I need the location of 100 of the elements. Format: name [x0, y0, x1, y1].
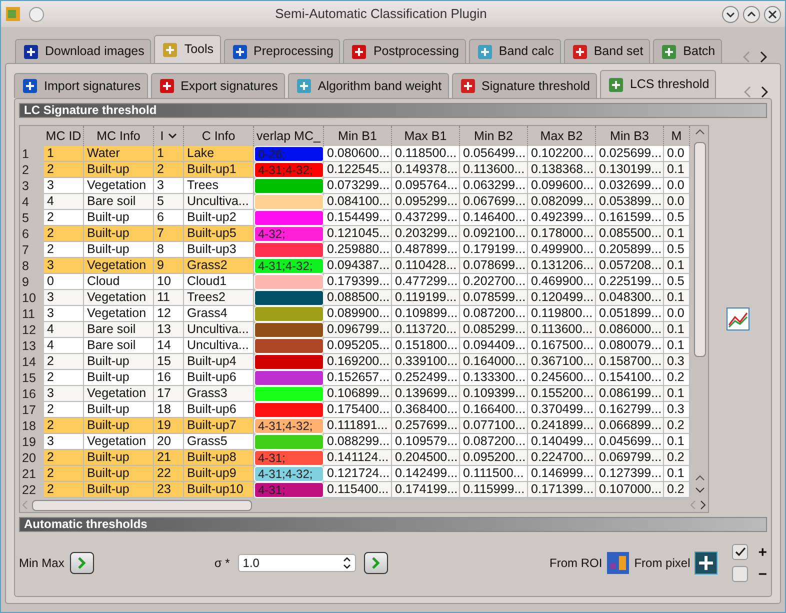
- plus-label: +: [758, 544, 767, 560]
- from-pixel-label: From pixel: [634, 555, 690, 572]
- table-cell: 0.367100...: [528, 354, 596, 370]
- sub-tab[interactable]: LCS threshold: [600, 70, 716, 98]
- scroll-right-icon[interactable]: [700, 500, 706, 510]
- maximize-icon: [747, 10, 756, 18]
- close-button[interactable]: [764, 6, 781, 22]
- row-number: 10: [21, 290, 37, 306]
- table-cell: 0.032699...: [596, 178, 664, 194]
- table-cell: 3: [44, 434, 84, 450]
- scrollbar-thumb[interactable]: [32, 500, 252, 510]
- main-tab[interactable]: Download images: [15, 39, 152, 63]
- scrollbar-thumb[interactable]: [694, 142, 706, 357]
- sub-tab[interactable]: Import signatures: [14, 73, 148, 98]
- table-cell: 2: [44, 226, 84, 242]
- table-cell: 0.3: [664, 402, 690, 418]
- table-cell: 4: [44, 194, 84, 210]
- table-cell: 0.169200...: [324, 354, 392, 370]
- run-button[interactable]: [70, 552, 94, 574]
- table-cell: Built-up: [84, 418, 154, 434]
- run-button[interactable]: [364, 552, 388, 574]
- horizontal-scrollbar[interactable]: [20, 498, 708, 512]
- tab-icon: [570, 42, 589, 60]
- minimize-button[interactable]: [722, 6, 739, 22]
- table-cell: 0.107000...: [596, 482, 664, 498]
- scroll-right-icon[interactable]: [760, 86, 768, 98]
- table-cell: 0.113720...: [392, 322, 460, 338]
- table-cell: 0.077100...: [460, 418, 528, 434]
- checkbox[interactable]: [732, 544, 748, 560]
- tab-icon: [158, 77, 176, 95]
- table-cell: 0.2: [664, 482, 690, 498]
- color-cell: 4-31;: [254, 450, 324, 466]
- table-cell: 0.088500...: [324, 290, 392, 306]
- row-number: 12: [21, 322, 37, 338]
- sub-tab[interactable]: Export signatures: [150, 73, 285, 98]
- app-icon: [5, 6, 21, 22]
- table-cell: 0.155200...: [528, 386, 596, 402]
- tab-icon: [660, 42, 678, 60]
- sigma-spinbox[interactable]: 1.0: [238, 554, 356, 572]
- table-cell: 0.121724...: [324, 466, 392, 482]
- tab-icon: [21, 77, 39, 95]
- scroll-right-icon[interactable]: [759, 51, 767, 63]
- table-cell: 11: [154, 290, 184, 306]
- close-icon: [768, 10, 777, 18]
- table-cell: 0.1: [664, 338, 690, 354]
- roi-icon[interactable]: [606, 551, 630, 575]
- main-tab[interactable]: Tools: [154, 35, 221, 63]
- table-cell: 0.3: [664, 354, 690, 370]
- table-cell: 7: [154, 226, 184, 242]
- scroll-up-icon[interactable]: [695, 474, 705, 482]
- table-cell: 0.162799...: [596, 402, 664, 418]
- table-cell: 0.056499...: [460, 146, 528, 162]
- table-cell: 0.045699...: [596, 434, 664, 450]
- main-tab[interactable]: Band calc: [468, 39, 561, 63]
- scroll-up-icon[interactable]: [695, 128, 705, 136]
- tab-icon: [458, 77, 477, 95]
- table-cell: 0.1: [664, 466, 690, 482]
- table-cell: Built-up: [84, 482, 154, 498]
- table-cell: 0.109399...: [460, 386, 528, 402]
- add-icon[interactable]: [694, 551, 718, 575]
- table-cell: 0.080079...: [596, 338, 664, 354]
- table-cell: Vegetation: [84, 178, 154, 194]
- table-cell: 0.146400...: [460, 210, 528, 226]
- spin-arrows-icon[interactable]: [342, 557, 351, 569]
- table-cell: 0.5: [664, 274, 690, 290]
- table-cell: 0.092100...: [460, 226, 528, 242]
- table-cell: 0.1: [664, 290, 690, 306]
- main-tab[interactable]: Postprocessing: [343, 39, 466, 63]
- table-cell: 0.149378...: [392, 162, 460, 178]
- table-cell: 0.121045...: [324, 226, 392, 242]
- table-cell: 0.174199...: [392, 482, 460, 498]
- chart-icon[interactable]: [726, 307, 750, 331]
- table-cell: 15: [154, 354, 184, 370]
- table-cell: 0.492399...: [528, 210, 596, 226]
- table-cell: 3: [44, 258, 84, 274]
- table-cell: 0.115999...: [460, 482, 528, 498]
- maximize-button[interactable]: [743, 6, 760, 22]
- checkbox[interactable]: [732, 566, 748, 582]
- window-menu-button[interactable]: [29, 6, 44, 22]
- table-cell: 14: [154, 338, 184, 354]
- scroll-down-icon[interactable]: [695, 486, 705, 494]
- sigma-label: σ *: [214, 555, 230, 572]
- main-tab[interactable]: Batch: [653, 39, 722, 63]
- table-cell: 0.102200...: [528, 146, 596, 162]
- table-cell: 0.078599...: [460, 290, 528, 306]
- table-cell: 0.095205...: [324, 338, 392, 354]
- main-tab[interactable]: Band set: [564, 39, 650, 63]
- row-number: 18: [21, 418, 37, 434]
- table-cell: 18: [154, 402, 184, 418]
- main-tab[interactable]: Preprocessing: [224, 39, 340, 63]
- table-cell: 0.225199...: [596, 274, 664, 290]
- table-cell: 0.111891...: [324, 418, 392, 434]
- table-cell: 0.106899...: [324, 386, 392, 402]
- table-cell: 2: [44, 162, 84, 178]
- section-header: LC Signature threshold: [19, 103, 767, 118]
- sub-tab[interactable]: Signature threshold: [452, 73, 597, 98]
- table-cell: 0.057208...: [596, 258, 664, 274]
- sub-tab[interactable]: Algorithm band weight: [288, 73, 449, 98]
- row-number: 9: [21, 274, 30, 290]
- row-number: 11: [21, 306, 36, 322]
